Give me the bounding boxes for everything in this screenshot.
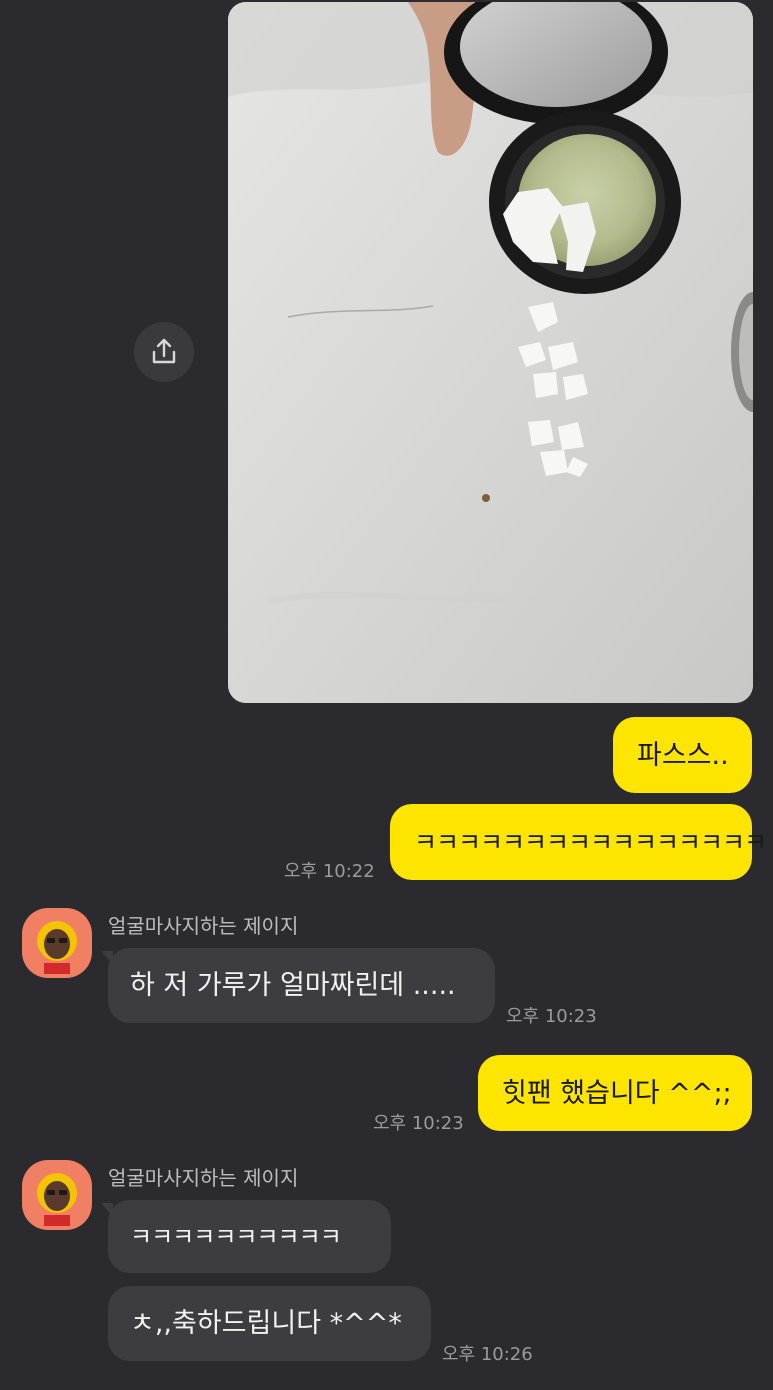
received-message-bubble[interactable]: ㅊ,,축하드립니다 *^^*: [108, 1286, 431, 1361]
character-avatar-icon: [37, 921, 77, 974]
my-message-bubble[interactable]: 힛팬 했습니다 ^^;;: [478, 1055, 752, 1131]
message-text: ㅋㅋㅋㅋㅋㅋㅋㅋㅋㅋㅋㅋㅋㅋㅋㅋ: [414, 827, 767, 857]
received-message-bubble[interactable]: ㅋㅋㅋㅋㅋㅋㅋㅋㅋㅋ: [108, 1200, 391, 1273]
message-text: ㅊ,,축하드립니다 *^^*: [130, 1308, 402, 1339]
sender-name: 얼굴마사지하는 제이지: [108, 914, 299, 938]
photo-image: [228, 2, 753, 703]
my-message-bubble[interactable]: 파스스..: [613, 717, 752, 793]
character-avatar-icon: [37, 1173, 77, 1226]
message-text: 하 저 가루가 얼마짜린데 .....: [130, 970, 456, 1001]
received-message-bubble[interactable]: 하 저 가루가 얼마짜린데 .....: [108, 948, 495, 1023]
share-icon: [152, 338, 176, 364]
message-timestamp: 오후 10:23: [373, 1113, 464, 1134]
share-button[interactable]: [134, 322, 194, 382]
sender-name: 얼굴마사지하는 제이지: [108, 1166, 299, 1190]
message-text: ㅋㅋㅋㅋㅋㅋㅋㅋㅋㅋ: [130, 1222, 342, 1251]
message-timestamp: 오후 10:23: [506, 1006, 597, 1027]
avatar[interactable]: [22, 1160, 92, 1230]
message-text: 파스스..: [637, 739, 729, 771]
shared-photo[interactable]: [228, 2, 753, 703]
message-text: 힛팬 했습니다 ^^;;: [502, 1077, 732, 1109]
my-message-bubble[interactable]: ㅋㅋㅋㅋㅋㅋㅋㅋㅋㅋㅋㅋㅋㅋㅋㅋ: [390, 804, 767, 880]
message-timestamp: 오후 10:26: [442, 1344, 533, 1365]
avatar[interactable]: [22, 908, 92, 978]
message-timestamp: 오후 10:22: [284, 861, 375, 882]
